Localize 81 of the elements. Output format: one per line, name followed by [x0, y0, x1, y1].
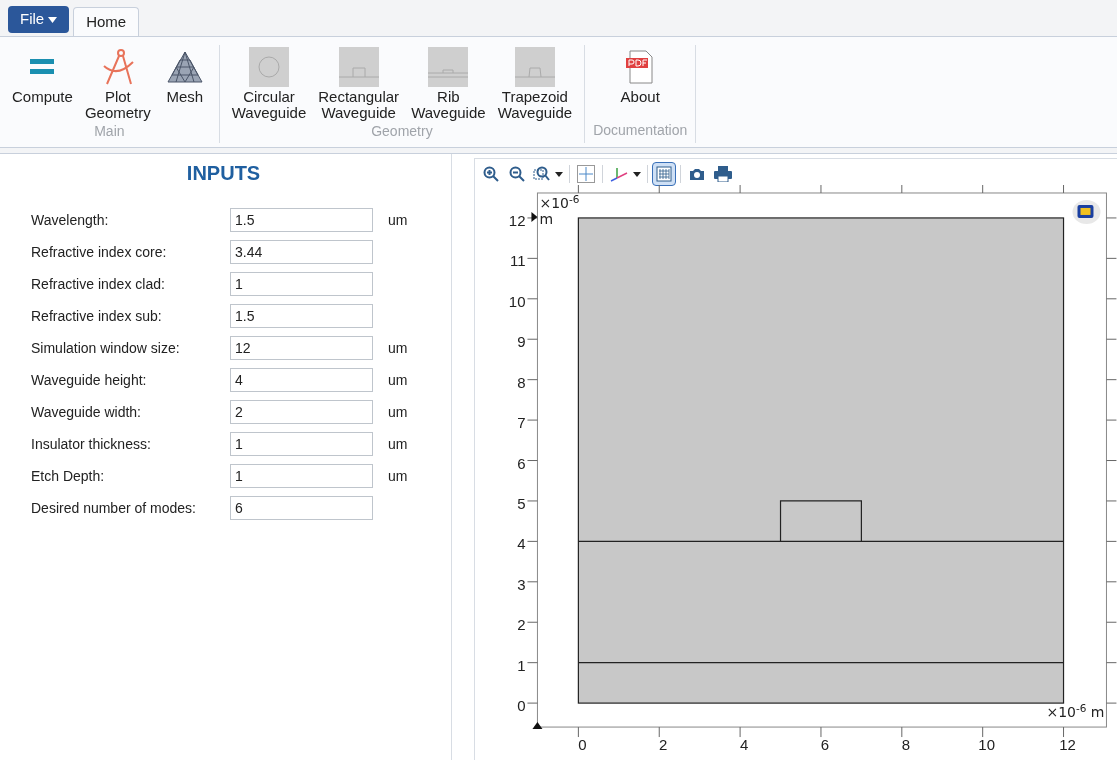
x-tick-label: 8 — [901, 736, 910, 753]
field-label: Waveguide height: — [31, 370, 148, 390]
mesh-icon — [165, 50, 204, 84]
x-unit-label: ×10$^{-6}$ m — [1046, 702, 1105, 723]
y-tick-label: 4 — [517, 535, 526, 553]
input-field[interactable]: 3.44 — [230, 240, 373, 264]
y-tick-label: 0 — [517, 697, 526, 715]
ribbon-button[interactable]: Compute — [8, 45, 77, 105]
unit-label: um — [388, 370, 408, 390]
axis-arrow-icon — [531, 211, 538, 222]
y-tick-label: 10 — [508, 292, 526, 310]
field-label: Insulator thickness: — [31, 434, 152, 454]
view-cube-icon — [1072, 199, 1101, 224]
axis-arrow-icon — [532, 722, 543, 730]
unit-label: um — [388, 466, 408, 486]
input-field[interactable]: 1.5 — [230, 208, 373, 232]
caret-icon — [633, 171, 641, 177]
y-tick-label: 8 — [517, 373, 526, 391]
inputs-title: INPUTS — [186, 161, 261, 186]
y-unit-label: m — [539, 210, 554, 227]
input-field[interactable]: 1 — [230, 464, 373, 488]
unit-label: um — [388, 434, 408, 454]
circle-shape-icon — [249, 47, 289, 87]
waveguide-shape-icon — [514, 47, 555, 87]
ribbon-button[interactable]: Plot Geometry — [80, 45, 155, 121]
input-field[interactable]: 2 — [230, 400, 373, 424]
x-tick-label: 6 — [820, 736, 830, 753]
y-tick-label: 12 — [508, 211, 526, 229]
caret-icon — [555, 171, 563, 177]
y-tick-label: 6 — [517, 454, 526, 472]
y-tick-label: 11 — [509, 252, 526, 270]
ribbon-tab[interactable]: Home — [73, 7, 140, 37]
y-tick-label: 2 — [517, 616, 526, 634]
zoom-box-icon — [533, 166, 551, 182]
x-tick-label: 2 — [659, 736, 668, 753]
ribbon-group-label: Geometry — [371, 122, 433, 141]
axes-icon — [609, 166, 629, 182]
input-field[interactable]: 6 — [230, 496, 373, 520]
field-label: Simulation window size: — [31, 338, 181, 358]
y-tick-label: 5 — [517, 494, 526, 512]
y-tick-label: 7 — [517, 414, 526, 432]
x-tick-label: 12 — [1059, 736, 1076, 753]
field-label: Refractive index core: — [31, 242, 168, 262]
zoom-extents-button[interactable] — [574, 162, 598, 186]
field-label: Refractive index clad: — [31, 274, 166, 294]
y-tick-label: 3 — [517, 575, 526, 593]
input-field[interactable]: 12 — [230, 336, 373, 360]
ribbon-button[interactable]: Mesh — [158, 45, 211, 105]
unit-label: um — [388, 402, 408, 422]
x-tick-label: 4 — [739, 736, 749, 753]
input-field[interactable]: 1 — [230, 272, 373, 296]
x-tick-label: 10 — [978, 736, 995, 753]
waveguide-shape-icon — [338, 47, 379, 87]
y-tick-label: 1 — [517, 656, 526, 674]
caret-icon — [48, 16, 58, 23]
file-menu-button[interactable]: File — [8, 6, 70, 33]
ribbon-button[interactable]: Rectangular Waveguide — [314, 45, 404, 121]
ribbon-button[interactable]: About — [614, 45, 667, 105]
grid-toggle-button[interactable] — [652, 162, 676, 186]
ribbon-button[interactable]: Rib Waveguide — [407, 45, 490, 121]
y-scale-label: ×10$^{-6}$ — [539, 195, 580, 211]
input-field[interactable]: 4 — [230, 368, 373, 392]
pdf-icon — [626, 50, 655, 84]
x-tick-label: 0 — [578, 736, 587, 753]
waveguide-shape-icon — [428, 47, 469, 87]
camera-icon — [689, 167, 705, 181]
ribbon-button[interactable]: Circular Waveguide — [227, 45, 311, 121]
input-field[interactable]: 1 — [230, 432, 373, 456]
unit-label: um — [388, 210, 408, 230]
field-label: Wavelength: — [31, 210, 110, 230]
ribbon-group-label: Documentation — [593, 121, 688, 140]
field-label: Refractive index sub: — [31, 306, 163, 326]
y-tick-label: 9 — [517, 333, 526, 351]
input-field[interactable]: 1.5 — [230, 304, 373, 328]
field-label: Etch Depth: — [31, 466, 106, 486]
equals-icon — [29, 57, 56, 77]
field-label: Waveguide width: — [31, 402, 142, 422]
ribbon-button[interactable]: Trapezoid Waveguide — [493, 45, 577, 121]
field-label: Desired number of modes: — [31, 498, 197, 518]
ribbon-group-label: Main — [94, 122, 125, 141]
unit-label: um — [388, 338, 408, 358]
